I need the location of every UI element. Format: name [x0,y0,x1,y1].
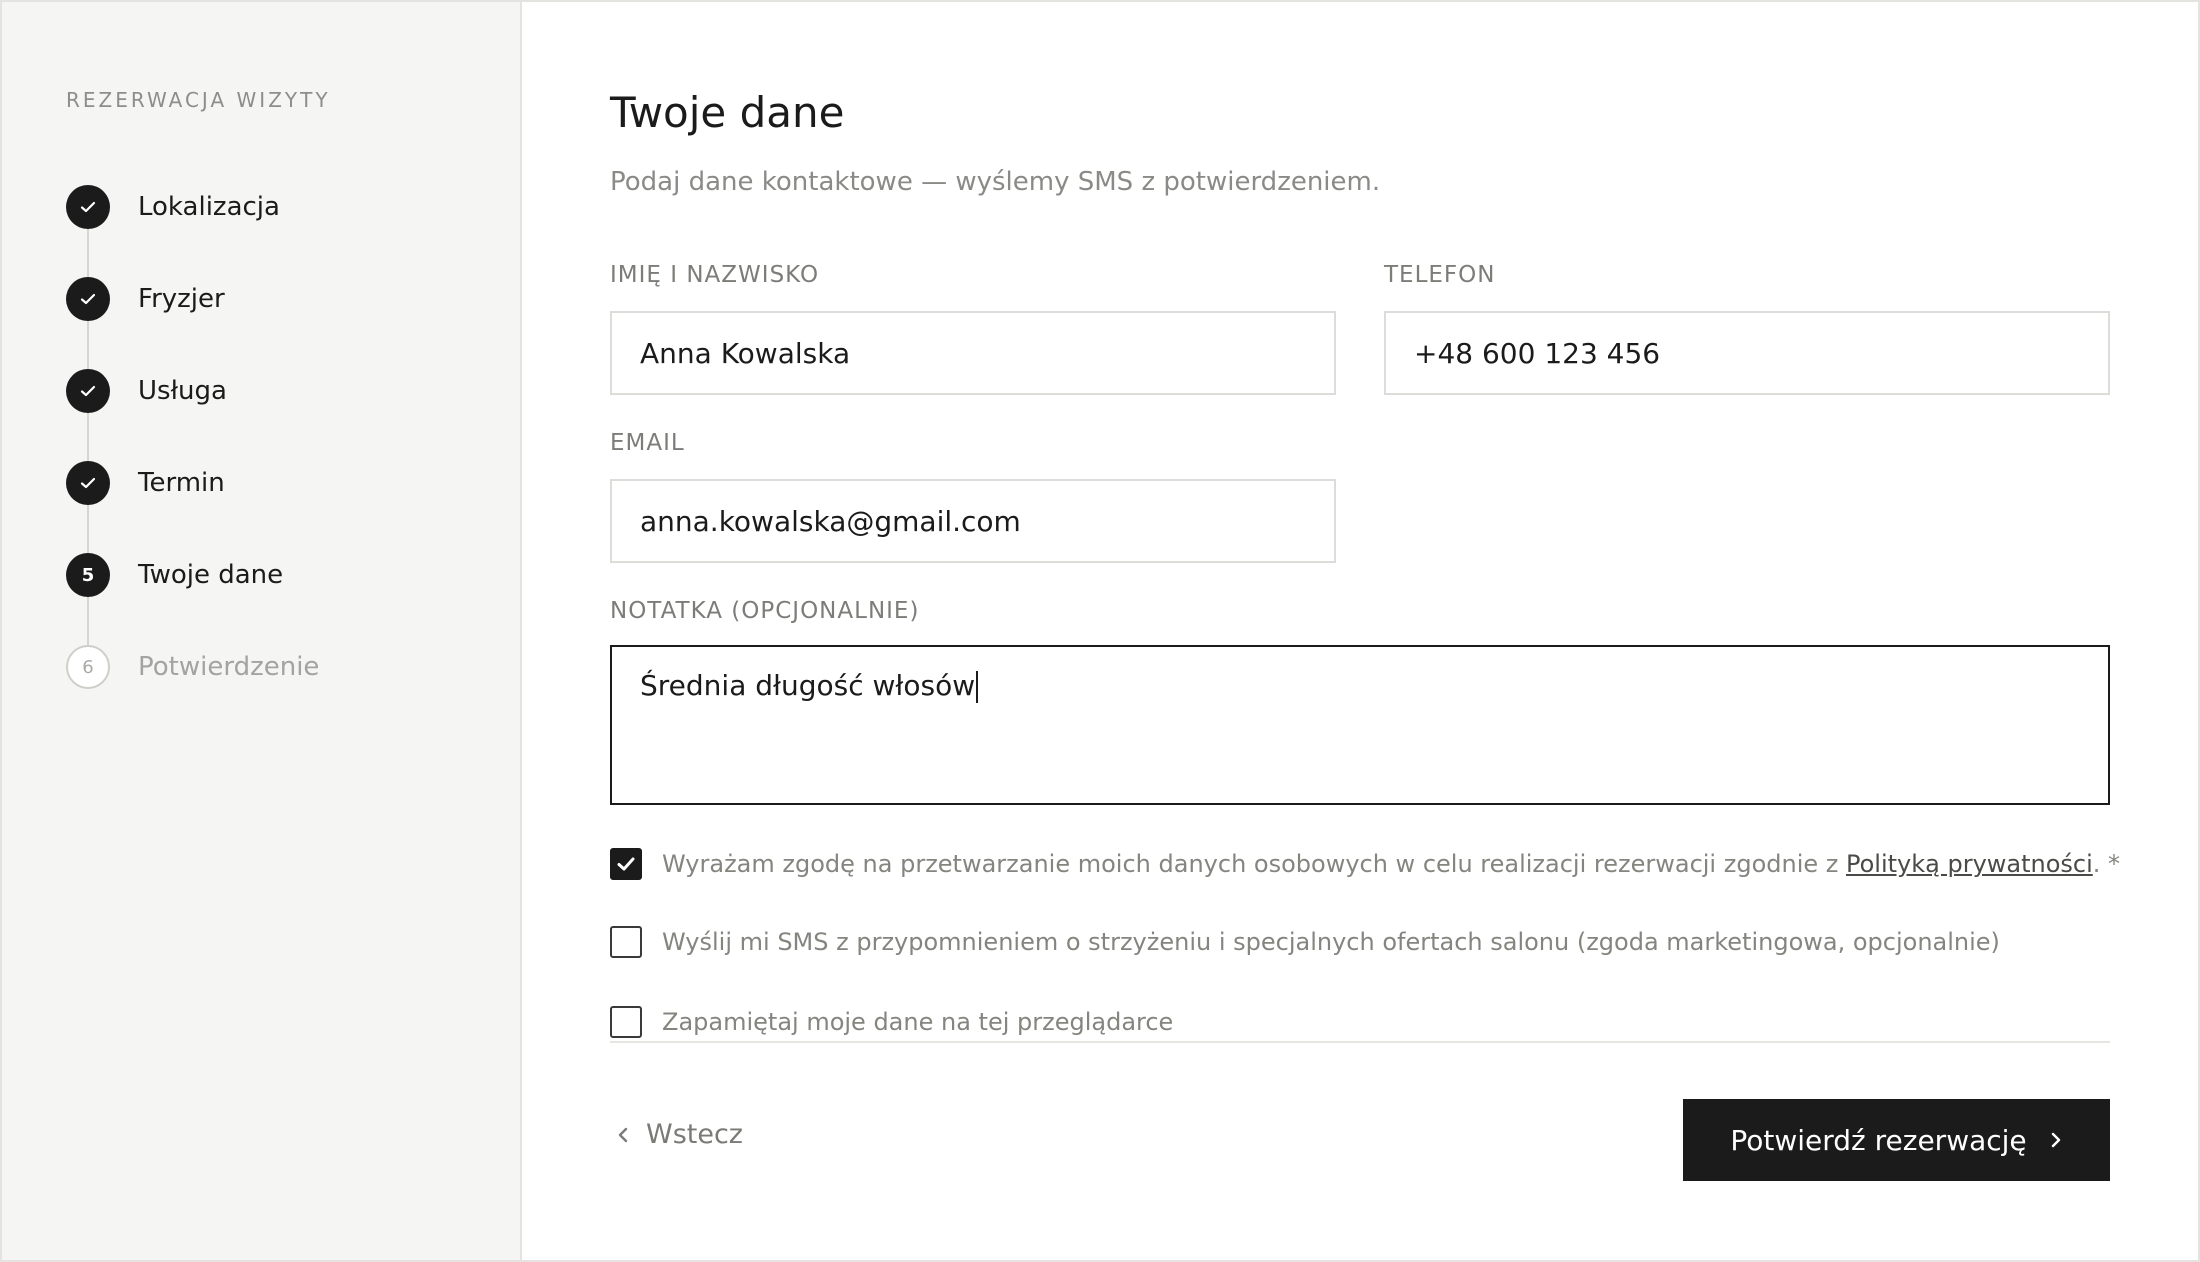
phone-label: TELEFON [1384,262,1496,288]
email-input[interactable]: anna.kowalska@gmail.com [610,479,1336,563]
name-label: IMIĘ I NAZWISKO [610,262,820,288]
booking-app: REZERWACJA WIZYTY Lokalizacja Fryzjer Us… [0,0,2200,1262]
check-icon [617,857,635,871]
check-icon [66,461,110,505]
check-icon [66,277,110,321]
step-label: Twoje dane [138,560,284,590]
remember-data-checkbox[interactable] [610,1006,642,1038]
consent-privacy-row: Wyrażam zgodę na przetwarzanie moich dan… [610,848,2120,880]
back-button[interactable]: Wstecz [610,1119,743,1150]
step-potwierdzenie: 6 Potwierdzenie [66,645,319,737]
consent-marketing-text: Wyślij mi SMS z przypomnieniem o strzyże… [662,928,2000,956]
phone-input[interactable]: +48 600 123 456 [1384,311,2110,395]
step-label: Potwierdzenie [138,652,320,682]
consent-text-part: . * [2092,850,2121,878]
privacy-policy-link[interactable]: Polityką prywatności [1846,850,2093,878]
main-content: Twoje dane Podaj dane kontaktowe — wyśle… [522,2,2198,1260]
consent-privacy-text: Wyrażam zgodę na przetwarzanie moich dan… [662,850,2120,878]
note-text: Średnia długość włosów [640,669,976,702]
remember-data-row: Zapamiętaj moje dane na tej przeglądarce [610,1006,1173,1038]
confirm-label: Potwierdź rezerwację [1730,1123,2027,1157]
check-icon [66,369,110,413]
sidebar: REZERWACJA WIZYTY Lokalizacja Fryzjer Us… [2,2,522,1260]
step-termin[interactable]: Termin [66,461,319,553]
chevron-left-icon [618,1127,628,1142]
step-label: Lokalizacja [138,192,280,222]
confirm-booking-button[interactable]: Potwierdź rezerwację [1683,1099,2110,1181]
step-label: Termin [138,468,225,498]
consent-text-part: Wyrażam zgodę na przetwarzanie moich dan… [662,850,1846,878]
name-input[interactable]: Anna Kowalska [610,311,1336,395]
remember-data-text: Zapamiętaj moje dane na tej przeglądarce [662,1008,1174,1036]
consent-privacy-checkbox[interactable] [610,848,642,880]
text-caret [976,671,979,703]
consent-marketing-row: Wyślij mi SMS z przypomnieniem o strzyże… [610,926,2000,958]
step-lokalizacja[interactable]: Lokalizacja [66,185,319,277]
consent-marketing-checkbox[interactable] [610,926,642,958]
note-label: NOTATKA (OPCJONALNIE) [610,598,920,624]
email-label: EMAIL [610,430,685,456]
note-textarea[interactable]: Średnia długość włosów [610,645,2110,805]
back-label: Wstecz [646,1119,743,1150]
step-label: Fryzjer [138,284,225,314]
step-twoje-dane[interactable]: 5 Twoje dane [66,553,319,645]
check-icon [66,185,110,229]
step-usluga[interactable]: Usługa [66,369,319,461]
page-subtitle: Podaj dane kontaktowe — wyślemy SMS z po… [610,167,1381,197]
step-number: 6 [66,645,110,689]
step-list: Lokalizacja Fryzjer Usługa Termin 5 Twoj… [66,185,319,737]
sidebar-title: REZERWACJA WIZYTY [66,88,331,112]
step-fryzjer[interactable]: Fryzjer [66,277,319,369]
divider [610,1041,2110,1043]
page-title: Twoje dane [610,88,845,137]
step-label: Usługa [138,376,227,406]
chevron-right-icon [2051,1132,2060,1148]
step-number: 5 [66,553,110,597]
